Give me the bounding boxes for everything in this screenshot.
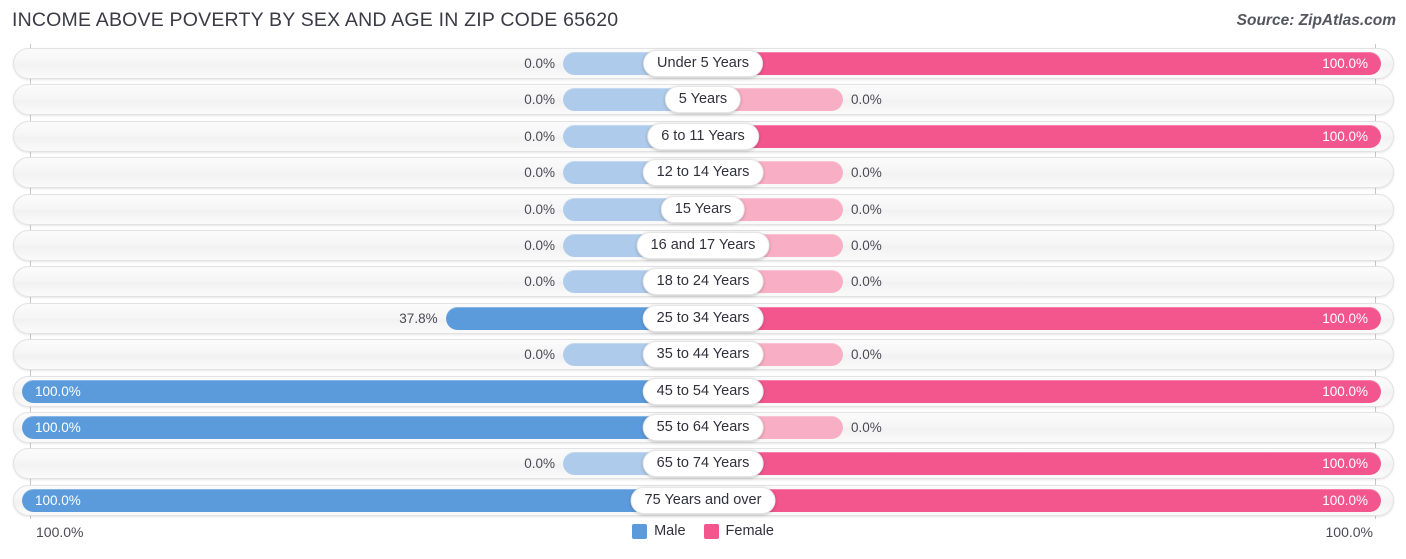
bar-value-male: 0.0% xyxy=(524,128,555,144)
category-label-pill: 45 to 54 Years xyxy=(642,377,764,405)
bar-male[interactable] xyxy=(22,488,703,512)
category-label-pill: Under 5 Years xyxy=(643,50,763,77)
chart-plot-area: 0.0% 100.0% Under 5 Years 0.0% 0.0% 5 Years 0.… xyxy=(0,44,1406,519)
bar-male[interactable] xyxy=(22,416,703,439)
legend-label-female: Female xyxy=(725,523,774,539)
category-label-pill: 16 and 17 Years xyxy=(636,232,770,259)
bar-female[interactable] xyxy=(703,488,1381,512)
bar-female[interactable] xyxy=(703,379,1381,403)
chart-legend: Male Female xyxy=(0,523,1406,539)
bar-value-female: 100.0% xyxy=(1322,492,1368,508)
bar-value-male: 0.0% xyxy=(524,456,555,472)
category-label-pill: 18 to 24 Years xyxy=(642,268,764,296)
bar-value-female: 100.0% xyxy=(1322,383,1368,399)
chart-page: INCOME ABOVE POVERTY BY SEX AND AGE IN Z… xyxy=(0,0,1406,559)
bar-value-male: 100.0% xyxy=(35,492,81,508)
bar-value-male: 0.0% xyxy=(524,165,555,181)
bar-value-male: 0.0% xyxy=(524,347,555,363)
legend-label-male: Male xyxy=(654,523,686,539)
bar-value-male: 0.0% xyxy=(524,201,555,217)
legend-item-female[interactable]: Female xyxy=(703,523,774,539)
bar-value-male: 100.0% xyxy=(35,383,81,399)
category-label-pill: 15 Years xyxy=(660,195,746,223)
legend-swatch-female-icon xyxy=(703,523,719,539)
bar-value-male: 0.0% xyxy=(524,56,555,71)
category-label-pill: 65 to 74 Years xyxy=(642,450,764,478)
bar-value-female: 0.0% xyxy=(851,165,882,181)
bar-value-female: 100.0% xyxy=(1322,128,1368,144)
chart-footer: 100.0% 100.0% Male Female xyxy=(0,519,1406,559)
category-label-pill: 5 Years xyxy=(664,86,742,114)
bar-value-male: 100.0% xyxy=(35,420,81,435)
bar-value-female: 0.0% xyxy=(851,238,882,253)
bar-value-male: 0.0% xyxy=(524,238,555,253)
bar-value-male: 0.0% xyxy=(524,274,555,290)
bar-female[interactable] xyxy=(703,452,1381,476)
legend-swatch-male-icon xyxy=(632,523,648,539)
bar-female[interactable] xyxy=(703,124,1381,148)
chart-header: INCOME ABOVE POVERTY BY SEX AND AGE IN Z… xyxy=(0,0,1406,44)
category-label-pill: 55 to 64 Years xyxy=(642,414,764,441)
bar-value-female: 100.0% xyxy=(1322,310,1368,326)
bar-male[interactable] xyxy=(22,379,703,403)
bar-female[interactable] xyxy=(703,52,1381,75)
bar-value-female: 100.0% xyxy=(1322,456,1368,472)
page-title: INCOME ABOVE POVERTY BY SEX AND AGE IN Z… xyxy=(12,9,619,31)
bar-value-female: 0.0% xyxy=(851,92,882,108)
category-label-pill: 6 to 11 Years xyxy=(647,122,759,150)
category-label-pill: 35 to 44 Years xyxy=(642,341,764,369)
bar-value-female: 0.0% xyxy=(851,201,882,217)
bar-value-male: 0.0% xyxy=(524,92,555,108)
source-attribution: Source: ZipAtlas.com xyxy=(1236,12,1396,29)
bar-value-female: 100.0% xyxy=(1322,56,1368,71)
bar-value-female: 0.0% xyxy=(851,274,882,290)
bar-female[interactable] xyxy=(703,306,1381,330)
category-label-pill: 25 to 34 Years xyxy=(642,304,764,332)
bar-value-male: 37.8% xyxy=(399,310,438,326)
category-label-pill: 12 to 14 Years xyxy=(642,159,764,187)
bar-value-female: 0.0% xyxy=(851,420,882,435)
category-label-pill: 75 Years and over xyxy=(630,486,776,514)
legend-item-male[interactable]: Male xyxy=(632,523,686,539)
bar-value-female: 0.0% xyxy=(851,347,882,363)
